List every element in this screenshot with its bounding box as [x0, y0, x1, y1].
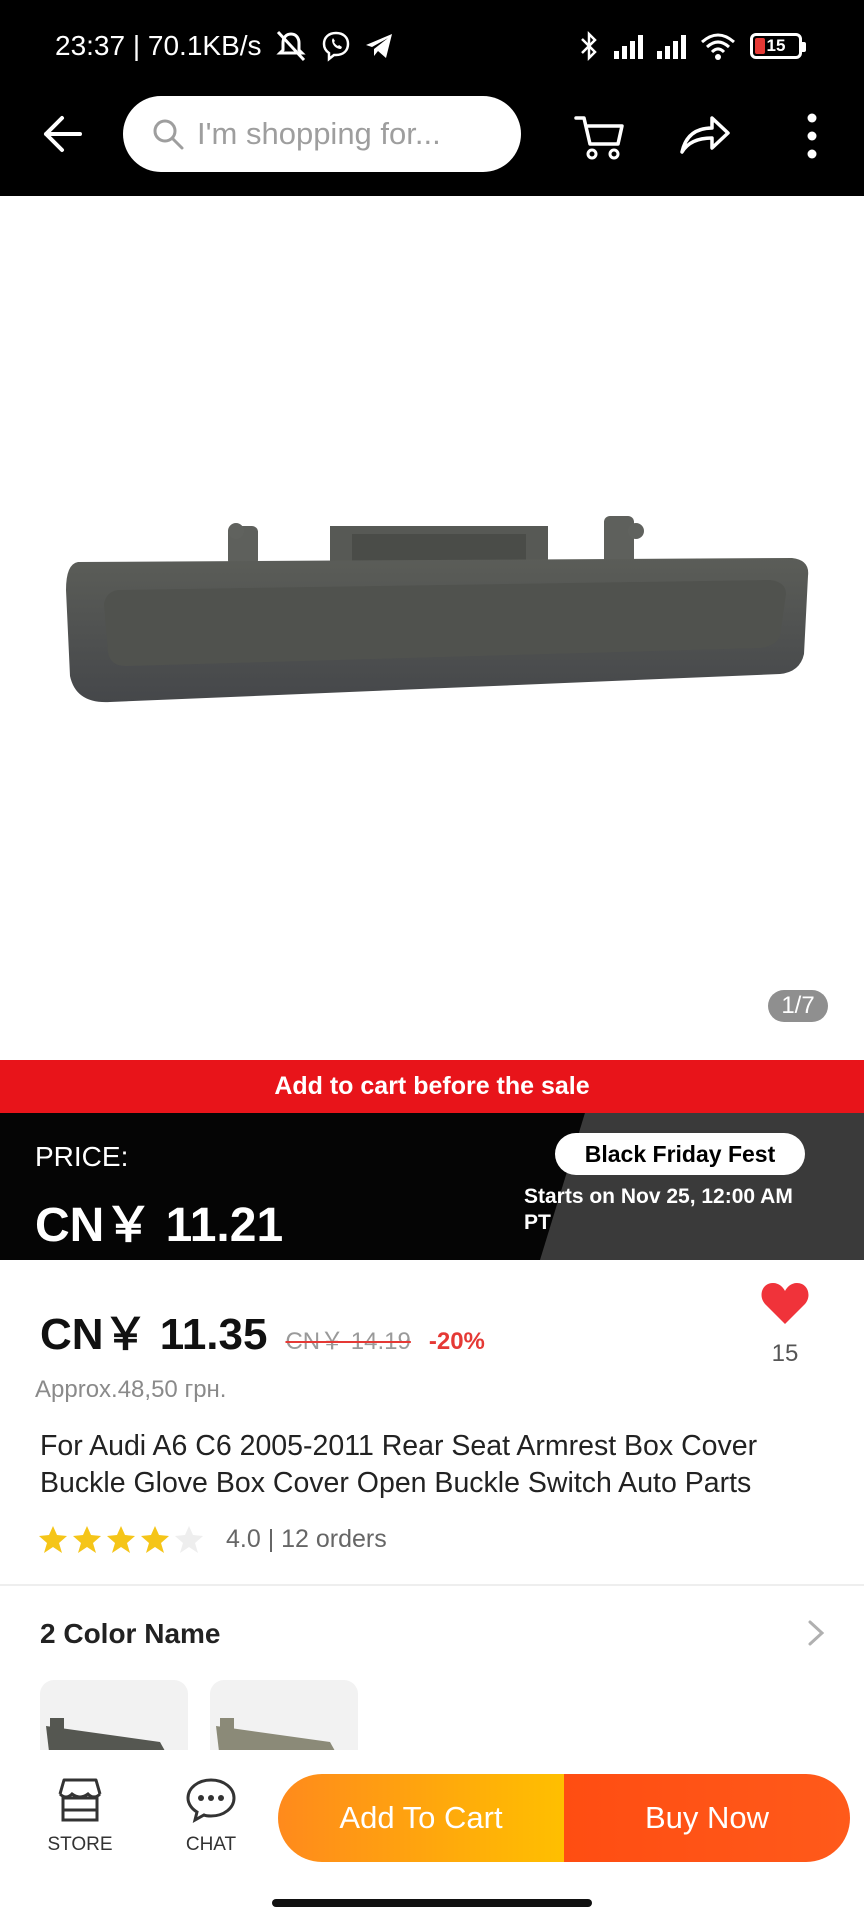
promo-sale-price: CN￥ 11.21	[35, 1199, 284, 1252]
chat-button[interactable]: CHAT	[161, 1776, 261, 1856]
image-counter: 1/7	[768, 990, 828, 1022]
status-time-speed: 23:37 | 70.1KB/s	[55, 30, 262, 61]
signal-icon-2	[657, 33, 686, 59]
approx-price: Approx.48,50 грн.	[35, 1376, 227, 1403]
mute-icon	[275, 30, 306, 62]
discount-badge: -20%	[428, 1328, 485, 1355]
share-icon[interactable]	[676, 108, 732, 164]
battery-icon: 15	[750, 33, 806, 59]
store-label: STORE	[47, 1834, 113, 1855]
price-row: CN￥ 11.35 CN￥ 14.19 -20%	[40, 1298, 485, 1362]
rating-orders-text: 4.0 | 12 orders	[226, 1524, 387, 1553]
bottom-action-bar: STORE CHAT Add To Cart Buy Now	[0, 1750, 864, 1880]
battery-level: 15	[766, 36, 786, 55]
search-placeholder: I'm shopping for...	[197, 116, 441, 151]
top-nav: I'm shopping for...	[0, 96, 864, 196]
variant-title[interactable]: 2 Color Name	[40, 1618, 221, 1650]
star-icon	[141, 1526, 169, 1553]
bluetooth-icon	[581, 30, 597, 62]
store-icon	[58, 1778, 102, 1822]
rating-row[interactable]: 4.0 | 12 orders	[38, 1524, 387, 1554]
color-swatch[interactable]	[40, 1680, 188, 1760]
more-options-icon[interactable]	[784, 108, 840, 164]
sale-banner: Add to cart before the sale	[0, 1060, 864, 1113]
buy-now-button[interactable]: Buy Now	[564, 1774, 850, 1862]
chat-label: CHAT	[185, 1834, 237, 1855]
back-arrow-icon[interactable]	[36, 106, 92, 162]
event-start-text: Starts on Nov 25, 12:00 AM PT	[524, 1185, 793, 1234]
status-bar: 23:37 | 70.1KB/s 15	[0, 0, 864, 96]
cart-icon[interactable]	[572, 108, 628, 164]
viber-icon	[322, 31, 349, 62]
wifi-icon	[701, 33, 735, 60]
search-icon	[153, 119, 184, 150]
star-empty-icon	[175, 1526, 203, 1553]
heart-icon[interactable]	[760, 1280, 810, 1326]
chat-icon	[186, 1778, 236, 1823]
wishlist-count: 15	[771, 1340, 799, 1367]
promo-price-label: PRICE:	[35, 1141, 129, 1172]
original-price: CN￥ 14.19	[285, 1328, 411, 1355]
search-input[interactable]: I'm shopping for...	[123, 96, 521, 172]
product-image-gallery[interactable]: 1/7	[0, 196, 864, 1060]
chevron-right-icon[interactable]	[804, 1618, 828, 1648]
divider	[0, 1584, 864, 1586]
current-price: CN￥ 11.35	[40, 1310, 268, 1359]
telegram-icon	[365, 34, 392, 58]
swatch-image	[216, 1718, 340, 1760]
product-page: 23:37 | 70.1KB/s 15 I'm shopping for...	[0, 0, 864, 1920]
promo-price-block: PRICE: CN￥ 11.21 Black Friday Fest Start…	[0, 1113, 864, 1260]
color-swatch[interactable]	[210, 1680, 358, 1760]
store-button[interactable]: STORE	[30, 1776, 130, 1856]
star-icon	[73, 1526, 101, 1553]
home-indicator[interactable]	[272, 1899, 592, 1907]
add-to-cart-button[interactable]: Add To Cart	[278, 1774, 564, 1862]
product-title: For Audi A6 C6 2005-2011 Rear Seat Armre…	[40, 1430, 758, 1499]
swatch-image	[46, 1718, 170, 1760]
star-icon	[107, 1526, 135, 1553]
signal-icon	[614, 33, 643, 59]
product-image	[66, 516, 809, 703]
event-badge: Black Friday Fest	[555, 1133, 805, 1175]
star-icon	[39, 1526, 67, 1553]
